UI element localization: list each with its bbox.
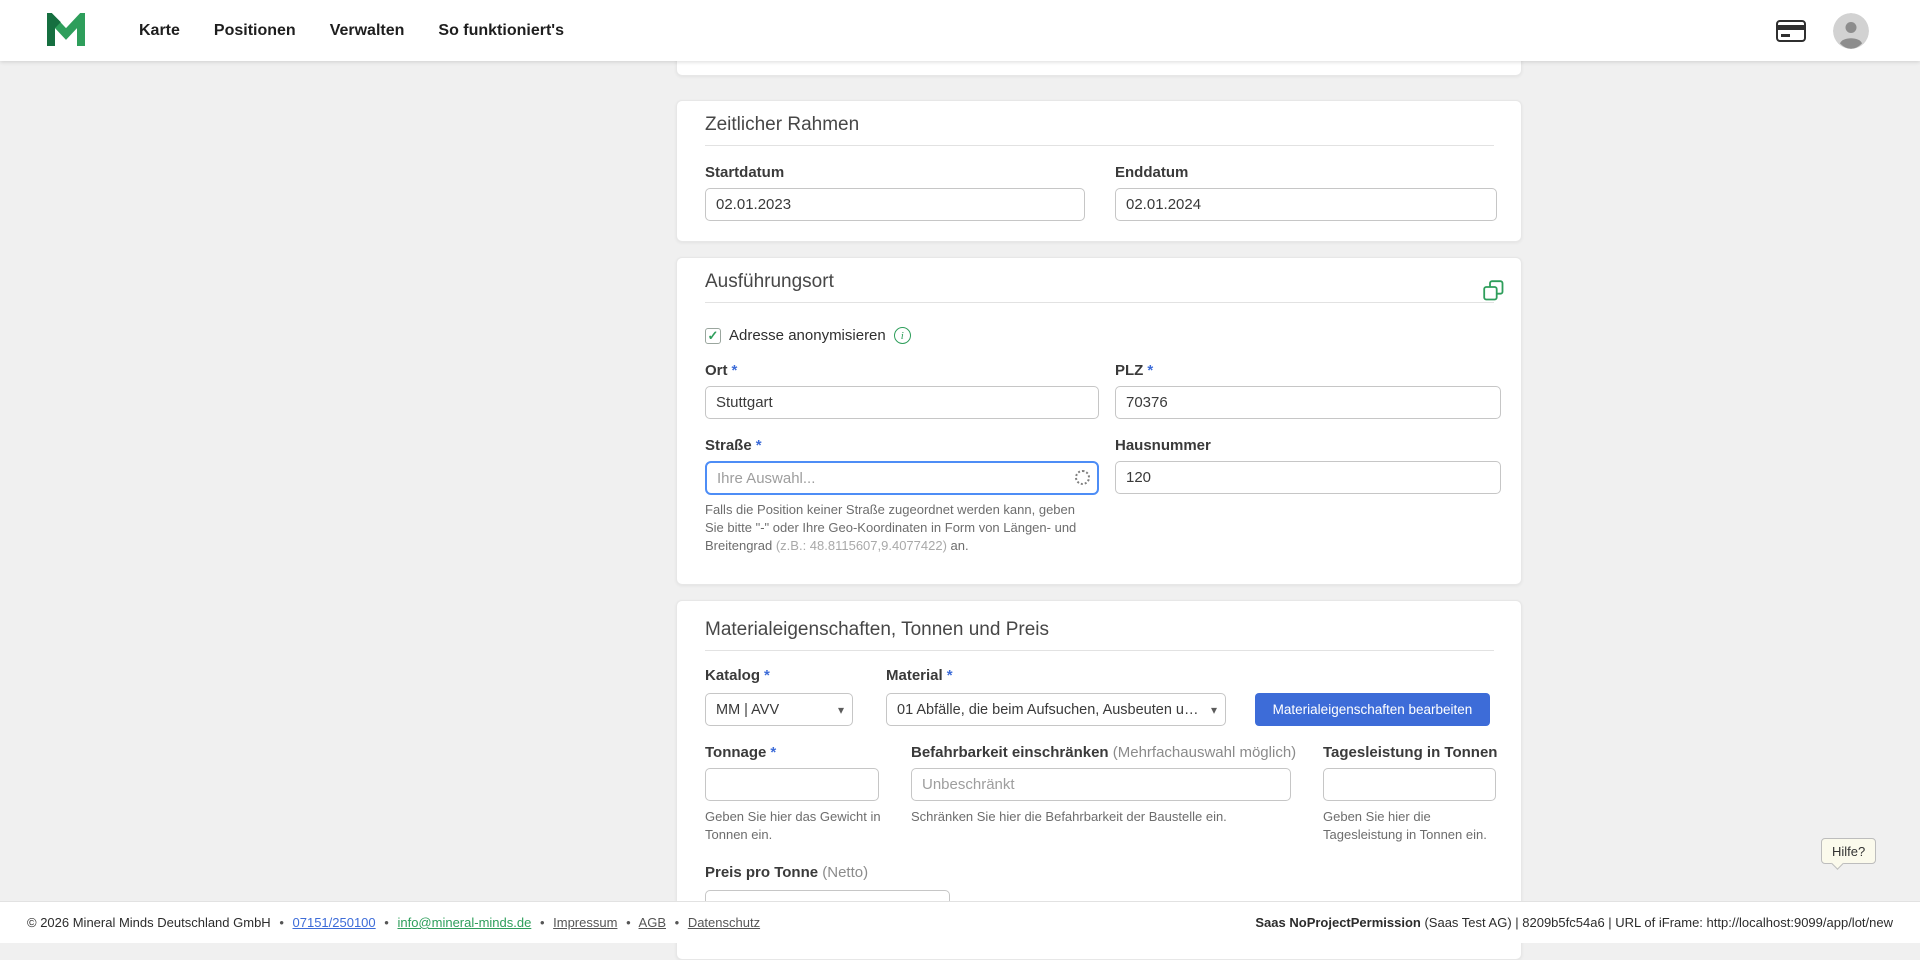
startdatum-label: Startdatum <box>705 164 784 181</box>
chevron-down-icon: ▾ <box>1211 703 1217 717</box>
katalog-select[interactable]: MM | AVV ▾ <box>705 693 853 726</box>
anonymize-label: Adresse anonymisieren <box>729 327 886 344</box>
required-asterisk: * <box>732 362 738 379</box>
nav-verwalten[interactable]: Verwalten <box>330 22 405 40</box>
plz-input[interactable] <box>1115 386 1501 419</box>
loading-spinner-icon <box>1075 470 1090 485</box>
divider <box>705 145 1494 146</box>
divider <box>705 302 1494 303</box>
nav-karte[interactable]: Karte <box>139 22 180 40</box>
startdatum-input[interactable] <box>705 188 1085 221</box>
material-select[interactable]: 01 Abfälle, die beim Aufsuchen, Ausbeute… <box>886 693 1226 726</box>
nav-positionen[interactable]: Positionen <box>214 22 296 40</box>
nav-so-funktionierts[interactable]: So funktioniert's <box>438 22 564 40</box>
main-nav: Karte Positionen Verwalten So funktionie… <box>139 22 564 40</box>
required-asterisk: * <box>756 437 762 454</box>
hausnummer-input[interactable] <box>1115 461 1501 494</box>
tagesleistung-helper-text: Geben Sie hier die Tagesleistung in Tonn… <box>1323 808 1508 844</box>
plz-label: PLZ* <box>1115 362 1153 379</box>
check-icon: ✓ <box>708 328 719 344</box>
credit-card-icon[interactable] <box>1776 20 1806 42</box>
person-icon <box>1833 13 1869 49</box>
anonymize-checkbox[interactable]: ✓ <box>705 328 721 344</box>
top-navbar: Karte Positionen Verwalten So funktionie… <box>0 0 1920 61</box>
tonnage-helper-text: Geben Sie hier das Gewicht in Tonnen ein… <box>705 808 890 844</box>
strasse-input[interactable] <box>705 461 1099 495</box>
tonnage-input[interactable] <box>705 768 879 801</box>
footer-meta-text: (Saas Test AG) | 8209b5fc54a6 | URL of i… <box>1421 915 1893 930</box>
card-zeitlicher-rahmen: Zeitlicher Rahmen Startdatum Enddatum <box>676 100 1522 242</box>
footer-right: Saas NoProjectPermission (Saas Test AG) … <box>1255 915 1893 930</box>
hausnummer-label: Hausnummer <box>1115 437 1211 454</box>
mineral-minds-logo-icon <box>45 13 87 49</box>
tagesleistung-input[interactable] <box>1323 768 1496 801</box>
strasse-field <box>705 461 1099 495</box>
navbar-actions <box>1776 13 1869 49</box>
card-title-ausfuehrungsort: Ausführungsort <box>705 271 834 293</box>
footer-copyright: © 2026 Mineral Minds Deutschland GmbH <box>27 915 271 930</box>
footer-tenant-name: Saas NoProjectPermission <box>1255 915 1420 930</box>
chevron-down-icon: ▾ <box>838 703 844 717</box>
card-title-zeitlicher-rahmen: Zeitlicher Rahmen <box>705 114 859 136</box>
ort-input[interactable] <box>705 386 1099 419</box>
befahrbarkeit-input[interactable] <box>911 768 1291 801</box>
footer-phone-link[interactable]: 07151/250100 <box>293 915 376 930</box>
footer-agb-link[interactable]: AGB <box>639 915 666 930</box>
anonymize-row: ✓ Adresse anonymisieren i <box>705 327 911 344</box>
footer-left: © 2026 Mineral Minds Deutschland GmbH • … <box>27 915 760 930</box>
befahrbarkeit-helper-text: Schränken Sie hier die Befahrbarkeit der… <box>911 808 1291 826</box>
enddatum-input[interactable] <box>1115 188 1497 221</box>
help-button[interactable]: Hilfe? <box>1821 838 1876 864</box>
befahrbarkeit-label: Befahrbarkeit einschränken (Mehrfachausw… <box>911 744 1296 761</box>
info-icon[interactable]: i <box>894 327 911 344</box>
materialeigenschaften-bearbeiten-button[interactable]: Materialeigenschaften bearbeiten <box>1255 693 1490 726</box>
footer-datenschutz-link[interactable]: Datenschutz <box>688 915 760 930</box>
footer-email-link[interactable]: info@mineral-minds.de <box>397 915 531 930</box>
tonnage-label: Tonnage* <box>705 744 776 761</box>
ort-label: Ort* <box>705 362 737 379</box>
strasse-helper-text: Falls die Position keiner Straße zugeord… <box>705 501 1093 555</box>
enddatum-label: Enddatum <box>1115 164 1188 181</box>
user-avatar[interactable] <box>1833 13 1869 49</box>
strasse-label: Straße* <box>705 437 762 454</box>
required-asterisk: * <box>764 667 770 684</box>
divider <box>705 650 1494 651</box>
tagesleistung-label: Tagesleistung in Tonnen <box>1323 744 1497 761</box>
footer: © 2026 Mineral Minds Deutschland GmbH • … <box>0 901 1920 943</box>
required-asterisk: * <box>770 744 776 761</box>
required-asterisk: * <box>1147 362 1153 379</box>
required-asterisk: * <box>947 667 953 684</box>
card-ausfuehrungsort: Ausführungsort ✓ Adresse anonymisieren i… <box>676 257 1522 585</box>
katalog-label: Katalog* <box>705 667 770 684</box>
card-title-materialeigenschaften: Materialeigenschaften, Tonnen und Preis <box>705 619 1049 641</box>
preis-pro-tonne-label: Preis pro Tonne (Netto) <box>705 864 868 881</box>
app-logo[interactable] <box>45 13 87 49</box>
material-label: Material* <box>886 667 953 684</box>
footer-impressum-link[interactable]: Impressum <box>553 915 617 930</box>
